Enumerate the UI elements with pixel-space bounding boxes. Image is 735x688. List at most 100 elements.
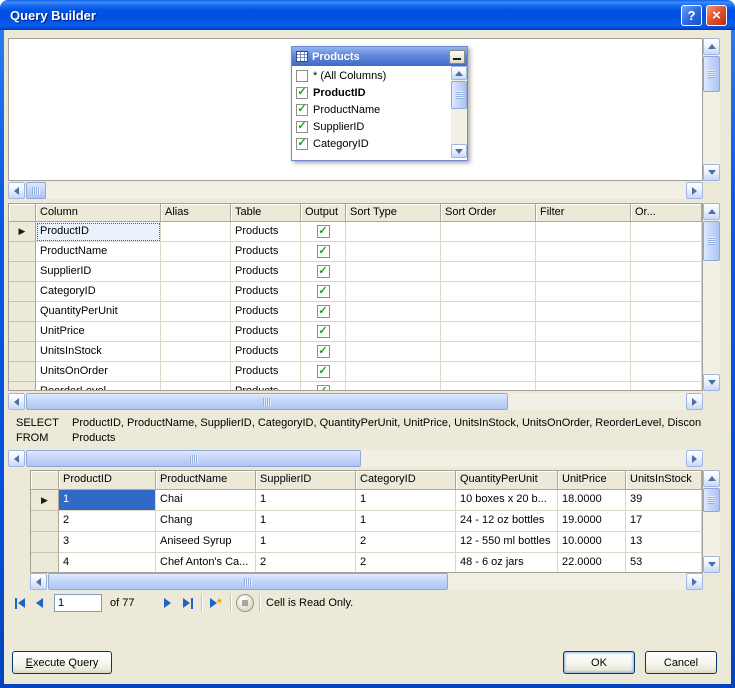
products-table-titlebar[interactable]: Products [292,47,467,66]
column-list-item[interactable]: ✓ ProductID [292,84,451,101]
filter-header[interactable]: Filter [536,204,631,222]
sort-type-cell[interactable] [346,322,441,342]
alias-cell[interactable] [161,362,231,382]
filter-cell[interactable] [536,342,631,362]
result-cell[interactable]: 17 [626,511,702,532]
result-cell[interactable]: 2 [256,553,356,573]
sort-type-header[interactable]: Sort Type [346,204,441,222]
or-cell[interactable] [631,262,702,282]
column-checkbox[interactable]: ✓ [296,138,308,150]
filter-cell[interactable] [536,222,631,242]
scroll-thumb[interactable] [48,573,448,590]
column-checkbox[interactable]: ✓ [296,121,308,133]
result-cell[interactable]: 13 [626,532,702,553]
sort-order-cell[interactable] [441,222,536,242]
output-cell[interactable]: ✓ [301,242,346,262]
filter-cell[interactable] [536,262,631,282]
scroll-left-button[interactable] [8,393,25,410]
scroll-thumb[interactable] [26,393,508,410]
sort-order-cell[interactable] [441,362,536,382]
result-header[interactable]: CategoryID [356,471,456,490]
result-cell[interactable]: 2 [356,553,456,573]
table-cell[interactable]: Products [231,262,301,282]
table-cell[interactable]: Products [231,382,301,391]
result-cell[interactable]: 2 [356,532,456,553]
filter-cell[interactable] [536,302,631,322]
result-header[interactable]: ProductID [59,471,156,490]
sort-type-cell[interactable] [346,382,441,391]
result-cell[interactable]: 19.0000 [558,511,626,532]
result-cell[interactable]: 22.0000 [558,553,626,573]
alias-header[interactable]: Alias [161,204,231,222]
filter-cell[interactable] [536,322,631,342]
scroll-thumb[interactable] [703,221,720,261]
result-cell[interactable]: 10 boxes x 20 b... [456,490,558,511]
scroll-thumb[interactable] [26,182,46,199]
row-selector[interactable] [9,302,36,322]
scroll-up-button[interactable] [703,203,720,220]
ok-button[interactable]: OK [563,651,635,674]
table-minimize-button[interactable] [449,50,465,64]
scroll-up-button[interactable] [451,66,467,80]
table-cell[interactable]: Products [231,222,301,242]
row-selector[interactable] [9,342,36,362]
output-checkbox[interactable]: ✓ [317,285,330,298]
diagram-horizontal-scrollbar[interactable] [8,182,703,199]
sort-type-cell[interactable] [346,302,441,322]
or-cell[interactable] [631,322,702,342]
result-header[interactable]: QuantityPerUnit [456,471,558,490]
column-checkbox[interactable]: ✓ [296,104,308,116]
column-list-item[interactable]: ✓ SupplierID [292,118,451,135]
output-cell[interactable]: ✓ [301,362,346,382]
alias-cell[interactable] [161,302,231,322]
alias-cell[interactable] [161,242,231,262]
output-cell[interactable]: ✓ [301,342,346,362]
column-cell[interactable]: UnitsOnOrder [36,362,161,382]
sort-type-cell[interactable] [346,262,441,282]
row-selector[interactable] [9,242,36,262]
scroll-thumb[interactable] [26,450,361,467]
scroll-right-button[interactable] [686,182,703,199]
sort-order-cell[interactable] [441,322,536,342]
result-cell[interactable]: Chai [156,490,256,511]
diagram-vertical-scrollbar[interactable] [703,38,720,181]
products-list-scrollbar[interactable] [451,66,467,158]
result-cell[interactable]: 53 [626,553,702,573]
column-cell[interactable]: UnitsInStock [36,342,161,362]
alias-cell[interactable] [161,382,231,391]
table-cell[interactable]: Products [231,282,301,302]
result-cell[interactable]: 3 [59,532,156,553]
move-next-button[interactable] [158,594,177,612]
sort-order-cell[interactable] [441,242,536,262]
result-cell[interactable]: 2 [59,511,156,532]
output-checkbox[interactable]: ✓ [317,305,330,318]
column-cell[interactable]: ProductName [36,242,161,262]
row-selector[interactable] [31,553,59,573]
or-cell[interactable] [631,362,702,382]
add-new-row-button[interactable]: * [205,594,227,612]
output-checkbox[interactable]: ✓ [317,325,330,338]
selector-header-cell[interactable] [31,471,59,490]
scroll-thumb[interactable] [703,56,720,92]
row-selector[interactable] [31,511,59,532]
output-checkbox[interactable]: ✓ [317,225,330,238]
column-cell[interactable]: QuantityPerUnit [36,302,161,322]
output-cell[interactable]: ✓ [301,222,346,242]
scroll-down-button[interactable] [703,556,720,573]
result-cell[interactable]: Chef Anton's Ca... [156,553,256,573]
row-selector[interactable] [9,262,36,282]
selector-header-cell[interactable] [9,204,36,222]
output-checkbox[interactable]: ✓ [317,265,330,278]
output-header[interactable]: Output [301,204,346,222]
table-cell[interactable]: Products [231,362,301,382]
row-selector[interactable] [31,532,59,553]
title-bar[interactable]: Query Builder ? × [0,0,735,30]
scroll-thumb[interactable] [451,81,467,109]
scroll-up-button[interactable] [703,470,720,487]
scroll-right-button[interactable] [686,393,703,410]
output-checkbox[interactable]: ✓ [317,345,330,358]
column-checkbox[interactable] [296,70,308,82]
sort-type-cell[interactable] [346,222,441,242]
result-cell[interactable]: 1 [356,511,456,532]
sort-type-cell[interactable] [346,282,441,302]
